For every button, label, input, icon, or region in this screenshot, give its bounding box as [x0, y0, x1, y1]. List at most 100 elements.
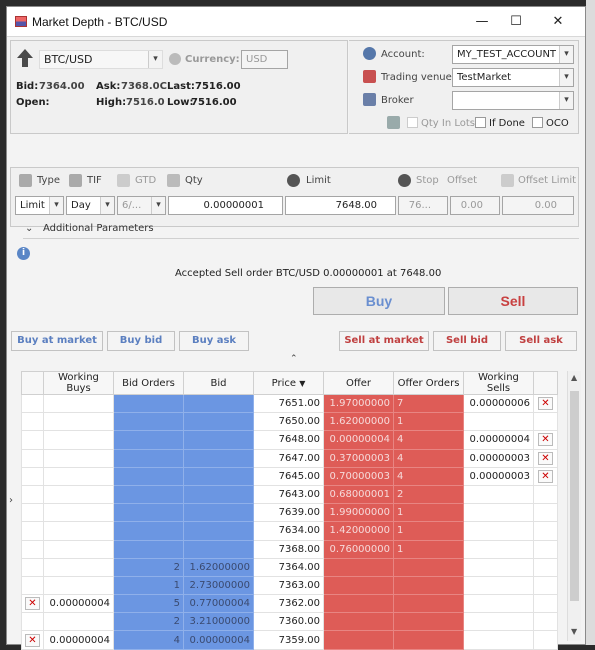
- offer-orders-cell[interactable]: 1: [393, 412, 464, 432]
- bid-orders-cell[interactable]: [113, 539, 184, 559]
- table-row[interactable]: 2 3.21000000 7360.00: [21, 612, 558, 632]
- buy-at-market-button[interactable]: Buy at market: [11, 331, 103, 351]
- price-cell[interactable]: 7639.00: [253, 503, 324, 523]
- bid-orders-cell[interactable]: [113, 466, 184, 486]
- bid-orders-cell[interactable]: 2: [113, 557, 184, 577]
- bid-cell[interactable]: [183, 484, 254, 505]
- buy-ask-button[interactable]: Buy ask: [179, 331, 249, 351]
- table-row[interactable]: 2 1.62000000 7364.00: [21, 557, 558, 577]
- working-sells-cell[interactable]: 0.00000003: [463, 448, 534, 468]
- working-buys-cell[interactable]: [43, 393, 114, 414]
- table-row[interactable]: 1 2.73000000 7363.00: [21, 575, 558, 596]
- limit-input[interactable]: 7648.00: [285, 196, 396, 215]
- bid-orders-cell[interactable]: [113, 393, 184, 414]
- bid-cell[interactable]: 2.73000000: [183, 575, 254, 596]
- cancel-buy-icon[interactable]: ✕: [25, 597, 40, 611]
- offer-cell[interactable]: 1.42000000: [323, 521, 394, 541]
- table-row[interactable]: 7639.00 1.99000000 1: [21, 503, 558, 523]
- bid-cell[interactable]: [183, 503, 254, 523]
- price-cell[interactable]: 7648.00: [253, 430, 324, 450]
- bid-orders-cell[interactable]: [113, 521, 184, 541]
- bid-cell[interactable]: 3.21000000: [183, 612, 254, 632]
- offer-orders-cell[interactable]: 2: [393, 484, 464, 505]
- price-cell[interactable]: 7645.00: [253, 466, 324, 486]
- offer-orders-cell[interactable]: [393, 594, 464, 614]
- working-sells-cell[interactable]: 0.00000004: [463, 430, 534, 450]
- price-cell[interactable]: 7650.00: [253, 412, 324, 432]
- header-working-sells[interactable]: Working Sells: [463, 371, 534, 395]
- table-row[interactable]: ✕ 0.00000004 5 0.77000004 7362.00: [21, 594, 558, 614]
- working-sells-cell[interactable]: [463, 521, 534, 541]
- working-sells-cell[interactable]: [463, 412, 534, 432]
- table-row[interactable]: ✕ 0.00000004 4 0.00000004 7359.00: [21, 630, 558, 650]
- trading-venue-select[interactable]: TestMarket: [452, 68, 574, 87]
- offer-cell[interactable]: 0.00000004: [323, 430, 394, 450]
- header-working-buys[interactable]: Working Buys: [43, 371, 114, 395]
- expand-left-icon[interactable]: ›: [9, 495, 13, 506]
- bid-orders-cell[interactable]: 5: [113, 594, 184, 614]
- collapse-up-icon[interactable]: ⌃: [290, 354, 298, 364]
- table-row[interactable]: 7634.00 1.42000000 1: [21, 521, 558, 541]
- price-cell[interactable]: 7359.00: [253, 630, 324, 650]
- working-sells-cell[interactable]: [463, 539, 534, 559]
- bid-orders-cell[interactable]: 2: [113, 612, 184, 632]
- bid-cell[interactable]: 0.77000004: [183, 594, 254, 614]
- bid-cell[interactable]: [183, 393, 254, 414]
- settings-icon[interactable]: [387, 116, 400, 129]
- qty-in-lots-checkbox[interactable]: Qty In Lots: [407, 117, 475, 129]
- offer-cell[interactable]: 0.37000003: [323, 448, 394, 468]
- working-sells-cell[interactable]: [463, 630, 534, 650]
- table-row[interactable]: 7648.00 0.00000004 4 0.00000004 ✕: [21, 430, 558, 450]
- sell-bid-button[interactable]: Sell bid: [433, 331, 501, 351]
- offer-cell[interactable]: 1.62000000: [323, 412, 394, 432]
- offer-cell[interactable]: [323, 612, 394, 632]
- grid-scrollbar[interactable]: ▲ ▼: [567, 371, 581, 641]
- bid-cell[interactable]: [183, 466, 254, 486]
- working-sells-cell[interactable]: [463, 557, 534, 577]
- buy-button[interactable]: Buy: [313, 287, 445, 315]
- price-cell[interactable]: 7368.00: [253, 539, 324, 559]
- table-row[interactable]: 7645.00 0.70000003 4 0.00000003 ✕: [21, 466, 558, 486]
- offer-cell[interactable]: 0.68000001: [323, 484, 394, 505]
- offer-orders-cell[interactable]: [393, 612, 464, 632]
- bid-cell[interactable]: [183, 412, 254, 432]
- if-done-checkbox[interactable]: If Done: [475, 117, 525, 129]
- cancel-sell-icon[interactable]: ✕: [538, 433, 553, 447]
- header-price[interactable]: Price ▼: [253, 371, 324, 395]
- offer-cell[interactable]: 0.70000003: [323, 466, 394, 486]
- price-cell[interactable]: 7364.00: [253, 557, 324, 577]
- scroll-up-icon[interactable]: ▲: [571, 373, 577, 382]
- working-buys-cell[interactable]: [43, 557, 114, 577]
- bid-orders-cell[interactable]: [113, 412, 184, 432]
- offer-orders-cell[interactable]: 4: [393, 430, 464, 450]
- header-offer-orders[interactable]: Offer Orders: [393, 371, 464, 395]
- offer-cell[interactable]: [323, 575, 394, 596]
- account-select[interactable]: MY_TEST_ACCOUNT: [452, 45, 574, 64]
- bid-orders-cell[interactable]: [113, 430, 184, 450]
- bid-cell[interactable]: [183, 521, 254, 541]
- working-buys-cell[interactable]: [43, 484, 114, 505]
- sell-at-market-button[interactable]: Sell at market: [339, 331, 429, 351]
- working-buys-cell[interactable]: [43, 448, 114, 468]
- minimize-button[interactable]: —: [471, 13, 493, 31]
- offer-orders-cell[interactable]: 7: [393, 393, 464, 414]
- oco-checkbox[interactable]: OCO: [532, 117, 569, 129]
- working-sells-cell[interactable]: [463, 575, 534, 596]
- price-cell[interactable]: 7651.00: [253, 393, 324, 414]
- working-buys-cell[interactable]: [43, 539, 114, 559]
- working-sells-cell[interactable]: 0.00000003: [463, 466, 534, 486]
- offer-cell[interactable]: [323, 630, 394, 650]
- working-sells-cell[interactable]: [463, 503, 534, 523]
- offer-orders-cell[interactable]: [393, 557, 464, 577]
- bid-orders-cell[interactable]: [113, 448, 184, 468]
- type-select[interactable]: Limit: [15, 196, 64, 215]
- maximize-button[interactable]: ☐: [505, 13, 527, 31]
- bid-orders-cell[interactable]: [113, 484, 184, 505]
- buy-bid-button[interactable]: Buy bid: [107, 331, 175, 351]
- offer-orders-cell[interactable]: 1: [393, 539, 464, 559]
- offer-orders-cell[interactable]: [393, 630, 464, 650]
- working-sells-cell[interactable]: [463, 612, 534, 632]
- offer-orders-cell[interactable]: 4: [393, 466, 464, 486]
- cancel-sell-icon[interactable]: ✕: [538, 451, 553, 465]
- working-buys-cell[interactable]: [43, 503, 114, 523]
